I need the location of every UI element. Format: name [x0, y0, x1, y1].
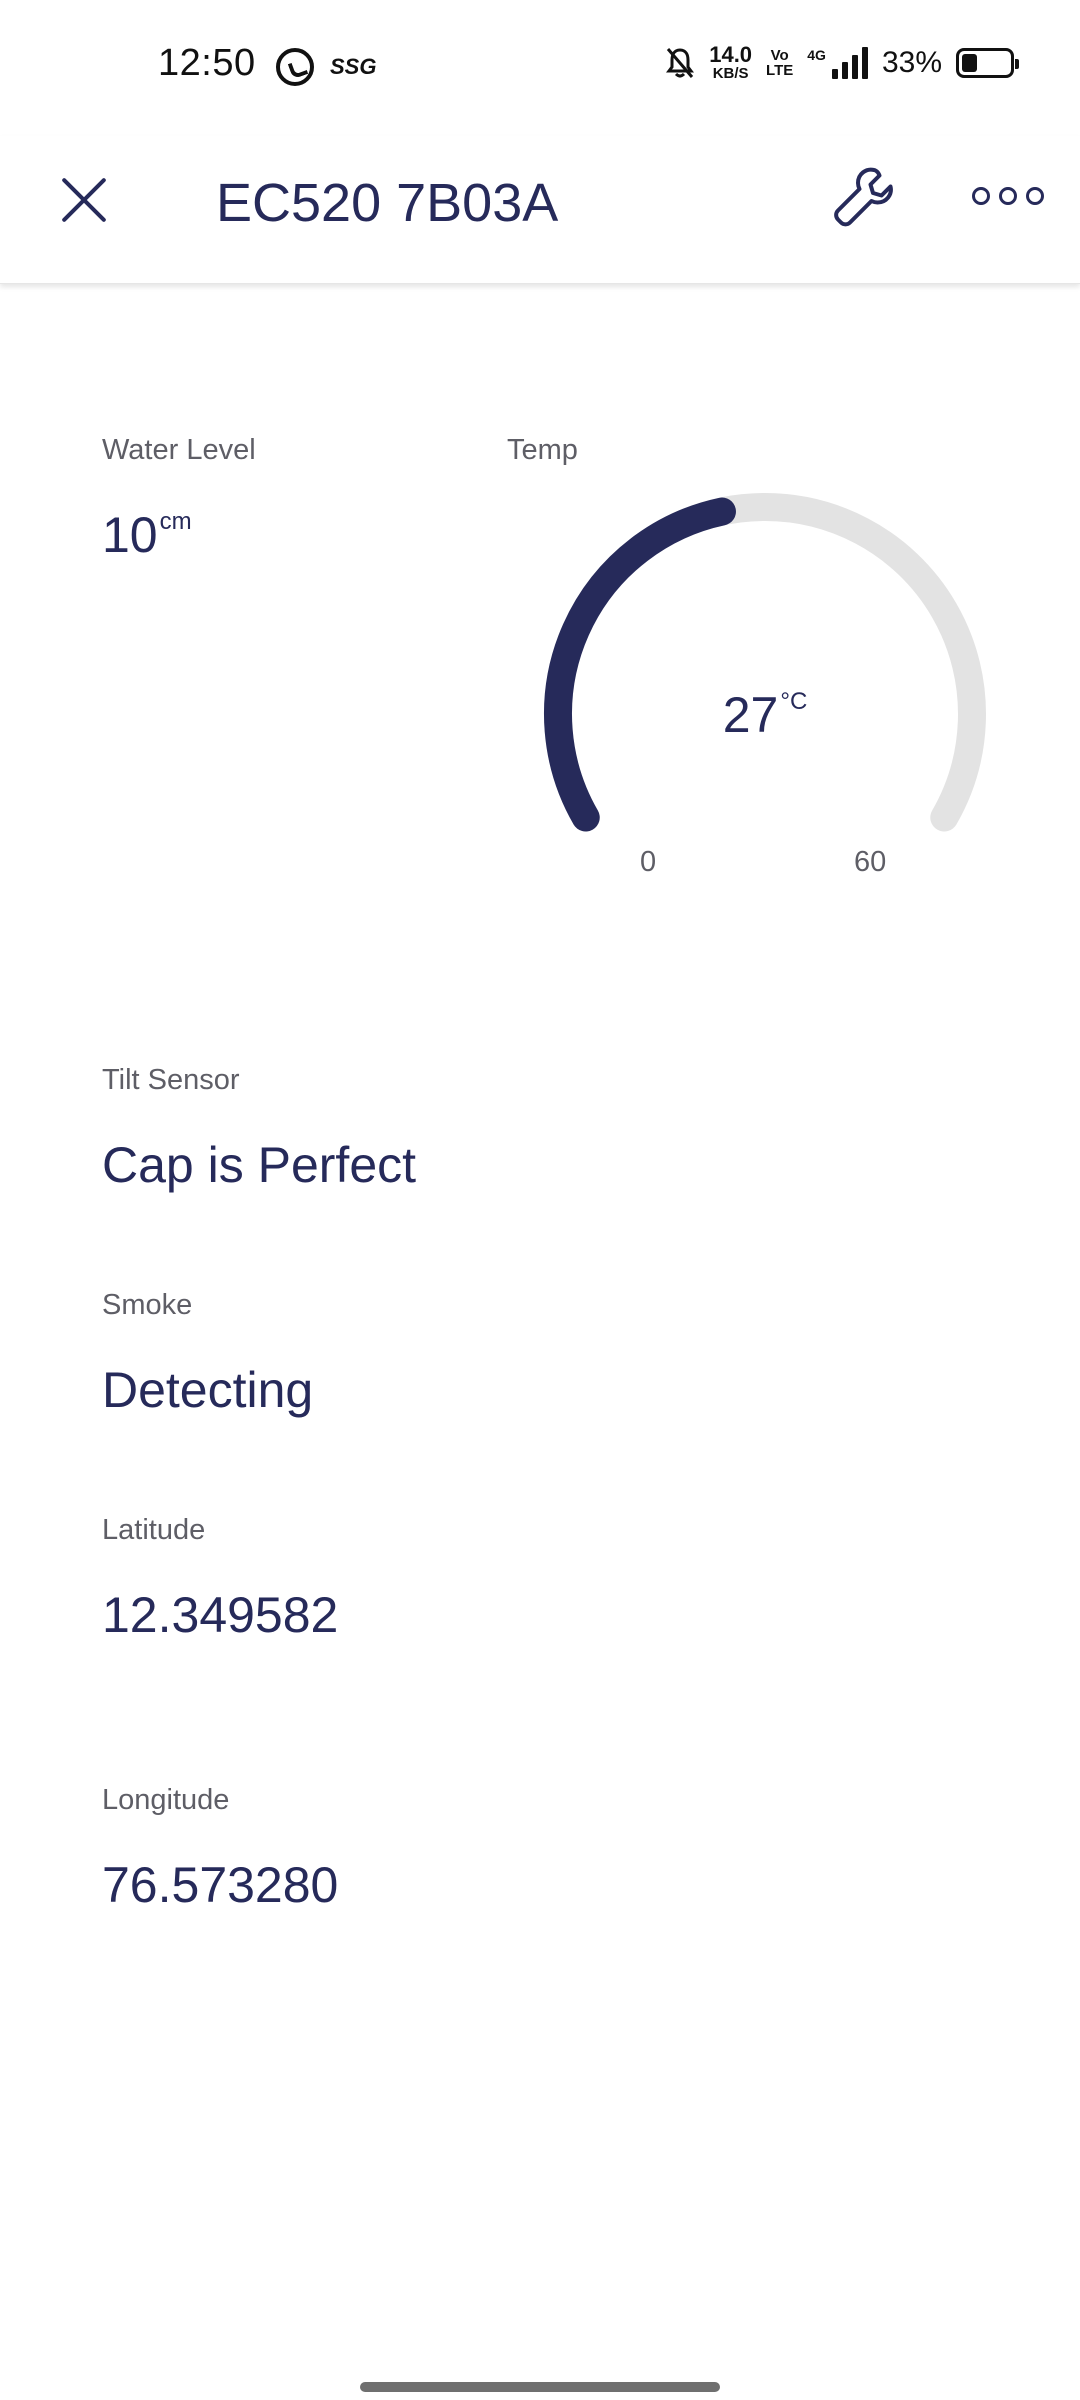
whatsapp-icon [276, 48, 314, 86]
smoke-value: Detecting [102, 1362, 314, 1418]
latitude-label: Latitude [102, 1514, 206, 1546]
status-bar: 12:50 SSG 14.0 KB/S Vo LTE 4G 33% [0, 0, 1080, 136]
water-level-unit: cm [159, 508, 192, 535]
volte-top: Vo [770, 46, 789, 64]
gauge-max-label: 60 [854, 846, 887, 878]
close-button[interactable] [52, 166, 116, 230]
more-dot-icon [999, 187, 1017, 205]
network-speed: 14.0 KB/S [709, 42, 753, 82]
wrench-icon[interactable] [828, 162, 900, 234]
home-indicator[interactable] [360, 2382, 720, 2392]
volte-bottom: LTE [766, 61, 794, 79]
gauge-min-label: 0 [640, 846, 657, 878]
network-speed-value: 14.0 [709, 42, 753, 67]
gauge-value-arc [544, 497, 736, 832]
more-dot-icon [1026, 187, 1044, 205]
volte-icon: Vo LTE [766, 48, 793, 78]
battery-percent: 33% [881, 45, 942, 79]
network-speed-unit: KB/S [712, 65, 749, 82]
status-time: 12:50 [158, 42, 256, 84]
temp-gauge: 27°C 0 60 [530, 470, 1000, 890]
ssg-app-icon: SSG [330, 54, 377, 79]
temp-label: Temp [507, 434, 578, 466]
more-dot-icon [972, 187, 990, 205]
tilt-sensor-value: Cap is Perfect [102, 1137, 417, 1193]
latitude-value: 12.349582 [102, 1587, 339, 1643]
temp-reading: 27°C [530, 686, 1000, 744]
water-level-label: Water Level [102, 434, 256, 466]
device-title: EC520 7B03A [216, 173, 559, 233]
temp-unit: °C [780, 688, 808, 715]
temp-gauge-svg [544, 493, 986, 832]
battery-icon [956, 47, 1019, 78]
status-indicators: 14.0 KB/S Vo LTE 4G 33% [665, 42, 1019, 82]
more-options-button[interactable] [972, 176, 1044, 216]
network-type: 4G [807, 46, 826, 63]
water-level-reading: 10cm [102, 506, 192, 564]
temp-value: 27 [722, 687, 779, 743]
app-header: EC520 7B03A [0, 136, 1080, 284]
notification-icons: SSG [276, 48, 376, 86]
longitude-label: Longitude [102, 1784, 230, 1816]
longitude-value: 76.573280 [102, 1857, 339, 1913]
tilt-sensor-label: Tilt Sensor [102, 1064, 240, 1096]
signal-strength-icon: 4G [807, 46, 868, 79]
bell-muted-icon [666, 47, 695, 78]
water-level-value: 10 [102, 507, 158, 563]
smoke-label: Smoke [102, 1289, 193, 1321]
